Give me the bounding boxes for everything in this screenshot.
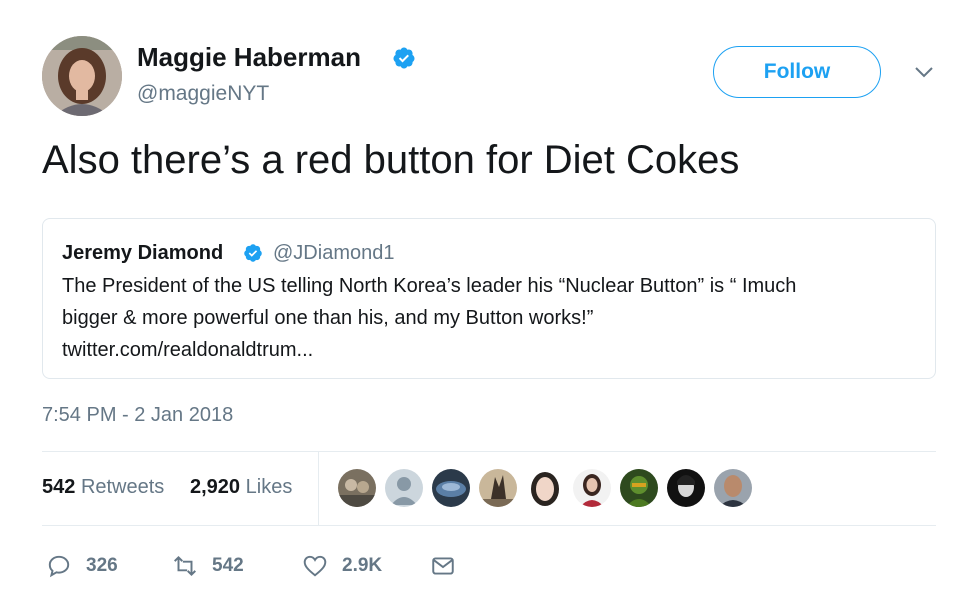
liker-avatar[interactable] — [667, 469, 705, 507]
quoted-text-line: The President of the US telling North Ko… — [62, 275, 797, 297]
tweet-timestamp[interactable]: 7:54 PM - 2 Jan 2018 — [42, 404, 233, 427]
author-avatar[interactable] — [42, 36, 122, 116]
liker-avatar[interactable] — [573, 469, 611, 507]
verified-badge-icon — [393, 47, 415, 69]
divider — [42, 451, 936, 452]
reply-icon — [48, 555, 70, 578]
direct-message-button[interactable] — [430, 551, 456, 581]
liker-avatar[interactable] — [620, 469, 658, 507]
liker-avatar[interactable] — [526, 469, 564, 507]
envelope-icon — [432, 557, 454, 575]
retweets-label: Retweets — [80, 476, 165, 498]
reply-count: 326 — [86, 555, 118, 576]
heart-icon — [303, 555, 327, 577]
liker-avatar[interactable] — [432, 469, 470, 507]
liker-avatar[interactable] — [385, 469, 423, 507]
likes-stat[interactable]: 2,920 Likes — [190, 476, 292, 499]
chevron-down-icon[interactable] — [912, 62, 936, 82]
divider — [318, 451, 319, 526]
divider — [42, 525, 936, 526]
verified-badge-icon — [244, 244, 262, 262]
quoted-author-name: Jeremy Diamond — [62, 242, 224, 264]
tweet-text: Also there’s a red button for Diet Cokes — [42, 138, 740, 182]
likes-count: 2,920 — [190, 476, 241, 498]
retweet-button[interactable]: 542 — [172, 551, 244, 581]
like-count: 2.9K — [342, 555, 383, 576]
follow-button[interactable]: Follow — [713, 46, 881, 98]
liker-avatar[interactable] — [338, 469, 376, 507]
quoted-author-handle: @JDiamond1 — [273, 242, 395, 264]
author-handle[interactable]: @maggieNYT — [137, 82, 269, 106]
retweets-count: 542 — [42, 476, 76, 498]
like-button[interactable]: 2.9K — [302, 551, 382, 581]
reply-button[interactable]: 326 — [46, 551, 118, 581]
quoted-link[interactable]: twitter.com/realdonaldtrum... — [62, 339, 313, 362]
liker-avatar[interactable] — [714, 469, 752, 507]
likes-label: Likes — [245, 476, 293, 498]
retweets-stat[interactable]: 542 Retweets — [42, 476, 164, 499]
retweet-icon — [174, 555, 196, 577]
author-display-name[interactable]: Maggie Haberman — [137, 42, 361, 73]
retweet-count: 542 — [212, 555, 244, 576]
liker-avatar[interactable] — [479, 469, 517, 507]
quoted-text-line: bigger & more powerful one than his, and… — [62, 307, 594, 329]
